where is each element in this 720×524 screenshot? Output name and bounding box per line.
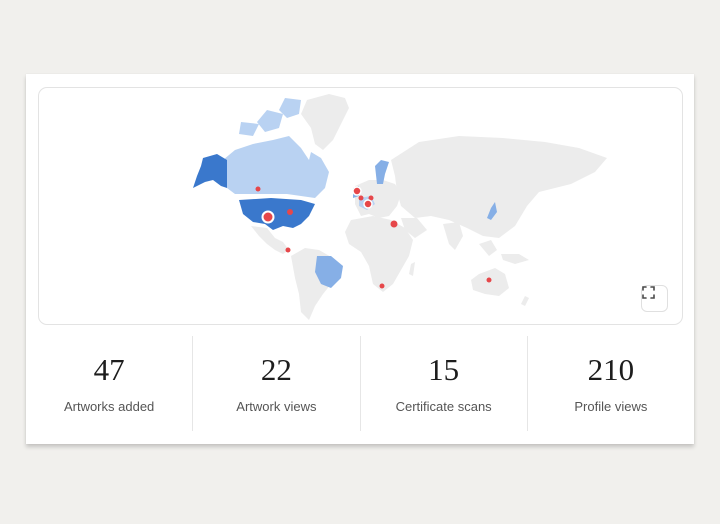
- stat-value: 15: [428, 352, 460, 387]
- map-marker-canada[interactable]: [255, 186, 261, 192]
- stat-label: Profile views: [574, 399, 648, 414]
- stat-artwork-views: 22 Artwork views: [192, 336, 359, 431]
- stat-label: Certificate scans: [395, 399, 492, 414]
- fullscreen-icon: [642, 286, 655, 299]
- map-region-canada-islands[interactable]: [239, 98, 301, 136]
- map-marker-australia[interactable]: [486, 277, 492, 283]
- stat-value: 47: [93, 352, 125, 387]
- map-marker-colombia[interactable]: [285, 247, 291, 253]
- stats-row: 47 Artworks added 22 Artwork views 15 Ce…: [26, 336, 694, 431]
- stat-artworks-added: 47 Artworks added: [26, 336, 192, 431]
- map-region-new-zealand[interactable]: [521, 296, 529, 306]
- stat-label: Artworks added: [63, 399, 155, 414]
- map-marker-turkey[interactable]: [390, 220, 398, 228]
- stat-profile-views: 210 Profile views: [526, 336, 694, 431]
- world-map[interactable]: [39, 88, 682, 324]
- stat-value: 22: [260, 352, 292, 387]
- map-region-madagascar[interactable]: [409, 262, 415, 276]
- world-map-panel[interactable]: [38, 87, 683, 325]
- map-marker-central-europe[interactable]: [363, 199, 373, 209]
- map-region-africa[interactable]: [345, 216, 413, 292]
- map-marker-usa-large[interactable]: [261, 210, 275, 224]
- map-marker-us-east[interactable]: [287, 209, 293, 215]
- stat-value: 210: [587, 352, 635, 387]
- map-marker-france[interactable]: [358, 195, 364, 201]
- fullscreen-button[interactable]: [641, 285, 668, 312]
- map-region-alaska[interactable]: [193, 154, 227, 188]
- map-marker-south-africa[interactable]: [379, 283, 385, 289]
- map-region-asia[interactable]: [391, 136, 607, 238]
- map-region-greenland[interactable]: [301, 94, 349, 150]
- activity-card: 47 Artworks added 22 Artwork views 15 Ce…: [26, 74, 694, 444]
- map-marker-uk[interactable]: [352, 186, 362, 196]
- map-region-canada[interactable]: [223, 136, 329, 198]
- stat-certificate-scans: 15 Certificate scans: [359, 336, 527, 431]
- map-region-scandinavia[interactable]: [375, 160, 389, 184]
- map-region-usa[interactable]: [239, 198, 315, 230]
- map-region-india[interactable]: [443, 222, 463, 250]
- map-region-mexico[interactable]: [251, 226, 289, 254]
- map-region-southeast-asia[interactable]: [479, 240, 529, 264]
- stat-label: Artwork views: [236, 399, 317, 414]
